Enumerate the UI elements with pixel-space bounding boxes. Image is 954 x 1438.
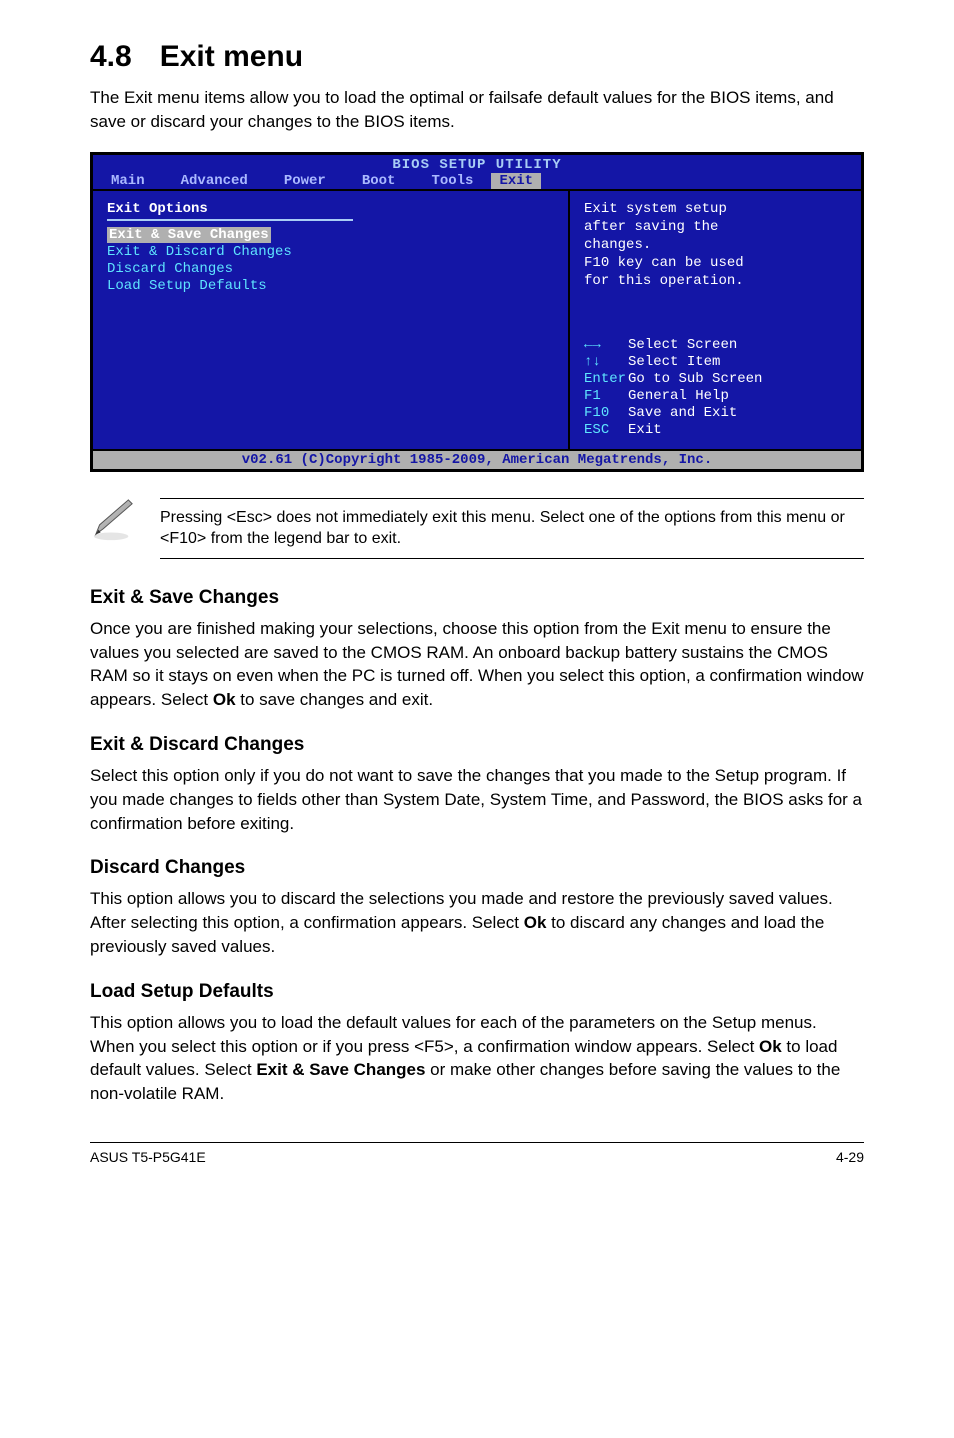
bios-tab: Main xyxy=(93,173,163,189)
bios-body: Exit Options Exit & Save Changes Exit & … xyxy=(93,189,861,449)
key-line: EnterGo to Sub Screen xyxy=(584,371,847,387)
footer-left: ASUS T5-P5G41E xyxy=(90,1149,206,1165)
bios-screenshot: BIOS SETUP UTILITY Main Advanced Power B… xyxy=(90,152,864,472)
key-icon: F10 xyxy=(584,405,628,421)
bios-divider xyxy=(107,219,353,221)
bios-menu-item: Exit & Save Changes xyxy=(107,227,271,243)
bios-key-legend: ←→Select Screen ↑↓Select Item EnterGo to… xyxy=(584,337,847,439)
key-icon: F1 xyxy=(584,388,628,404)
bios-header: BIOS SETUP UTILITY xyxy=(93,155,861,173)
section-body: Once you are finished making your select… xyxy=(90,617,864,712)
bold-ok: Ok xyxy=(759,1037,782,1056)
key-desc: General Help xyxy=(628,388,729,404)
section-heading: Exit & Save Changes xyxy=(90,587,864,609)
section-discard: Discard Changes This option allows you t… xyxy=(90,857,864,958)
bios-tab-bar: Main Advanced Power Boot Tools Exit xyxy=(93,173,861,189)
key-line: ESCExit xyxy=(584,422,847,438)
help-line: Exit system setup xyxy=(584,201,847,217)
note-block: Pressing <Esc> does not immediately exit… xyxy=(90,498,864,559)
bios-footer: v02.61 (C)Copyright 1985-2009, American … xyxy=(93,449,861,469)
key-desc: Select Screen xyxy=(628,337,737,353)
bios-tab: Tools xyxy=(413,173,491,189)
help-line: F10 key can be used xyxy=(584,255,847,271)
key-icon: Enter xyxy=(584,371,628,387)
bios-tab: Advanced xyxy=(163,173,266,189)
key-icon: ↑↓ xyxy=(584,354,628,370)
bios-tab-active: Exit xyxy=(491,173,541,189)
key-desc: Select Item xyxy=(628,354,720,370)
spacer xyxy=(541,173,861,189)
key-line: ←→Select Screen xyxy=(584,337,847,353)
bios-menu-item: Load Setup Defaults xyxy=(107,278,554,294)
bios-left-pane: Exit Options Exit & Save Changes Exit & … xyxy=(93,191,570,449)
bios-tab: Boot xyxy=(344,173,414,189)
bios-menu-item: Discard Changes xyxy=(107,261,554,277)
help-line: changes. xyxy=(584,237,847,253)
key-icon: ESC xyxy=(584,422,628,438)
bios-help-text: Exit system setup after saving the chang… xyxy=(584,201,847,291)
key-desc: Save and Exit xyxy=(628,405,737,421)
section-load-defaults: Load Setup Defaults This option allows y… xyxy=(90,981,864,1106)
section-heading: Discard Changes xyxy=(90,857,864,879)
page-footer: ASUS T5-P5G41E 4-29 xyxy=(90,1142,864,1165)
section-heading: Load Setup Defaults xyxy=(90,981,864,1003)
pencil-icon xyxy=(90,498,136,544)
title-text: Exit menu xyxy=(160,40,303,73)
help-line: for this operation. xyxy=(584,273,847,289)
note-text: Pressing <Esc> does not immediately exit… xyxy=(160,498,864,559)
key-icon: ←→ xyxy=(584,337,628,353)
key-line: ↑↓Select Item xyxy=(584,354,847,370)
bold-ok: Ok xyxy=(524,913,547,932)
bios-right-pane: Exit system setup after saving the chang… xyxy=(570,191,861,449)
section-heading: Exit & Discard Changes xyxy=(90,734,864,756)
footer-right: 4-29 xyxy=(836,1149,864,1165)
help-line: after saving the xyxy=(584,219,847,235)
bios-tab: Power xyxy=(266,173,344,189)
title-number: 4.8 xyxy=(90,40,132,74)
key-line: F1General Help xyxy=(584,388,847,404)
bios-options-heading: Exit Options xyxy=(107,201,554,217)
page-title: 4.8 Exit menu xyxy=(90,40,864,74)
key-desc: Go to Sub Screen xyxy=(628,371,762,387)
section-exit-save: Exit & Save Changes Once you are finishe… xyxy=(90,587,864,712)
section-exit-discard: Exit & Discard Changes Select this optio… xyxy=(90,734,864,835)
bold-exit-save: Exit & Save Changes xyxy=(256,1060,425,1079)
section-body: This option allows you to discard the se… xyxy=(90,887,864,958)
key-line: F10Save and Exit xyxy=(584,405,847,421)
intro-paragraph: The Exit menu items allow you to load th… xyxy=(90,86,864,134)
section-body: Select this option only if you do not wa… xyxy=(90,764,864,835)
section-body: This option allows you to load the defau… xyxy=(90,1011,864,1106)
bios-menu-item: Exit & Discard Changes xyxy=(107,244,554,260)
key-desc: Exit xyxy=(628,422,662,438)
bold-ok: Ok xyxy=(213,690,236,709)
